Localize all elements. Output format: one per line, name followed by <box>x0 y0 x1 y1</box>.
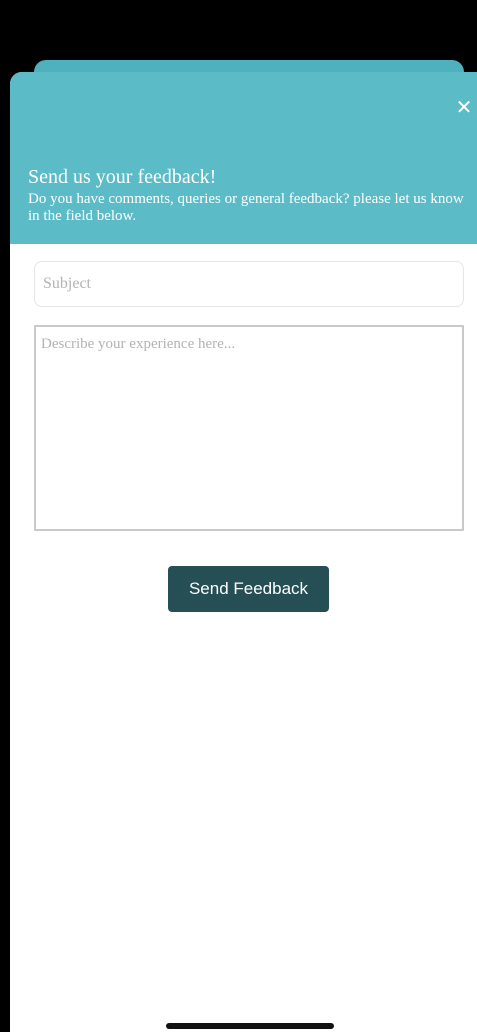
subject-input[interactable] <box>34 261 464 307</box>
close-icon[interactable]: ✕ <box>453 96 475 118</box>
page-subtitle: Do you have comments, queries or general… <box>28 191 464 224</box>
home-indicator <box>166 1023 334 1029</box>
feedback-header: ✕ Send us your feedback! Do you have com… <box>10 72 477 244</box>
send-feedback-button[interactable]: Send Feedback <box>168 566 329 612</box>
feedback-sheet: ✕ Send us your feedback! Do you have com… <box>10 72 477 1032</box>
page-title: Send us your feedback! <box>28 166 217 188</box>
phone-screen: ✕ Send us your feedback! Do you have com… <box>0 0 477 1032</box>
experience-textarea[interactable] <box>34 325 464 531</box>
